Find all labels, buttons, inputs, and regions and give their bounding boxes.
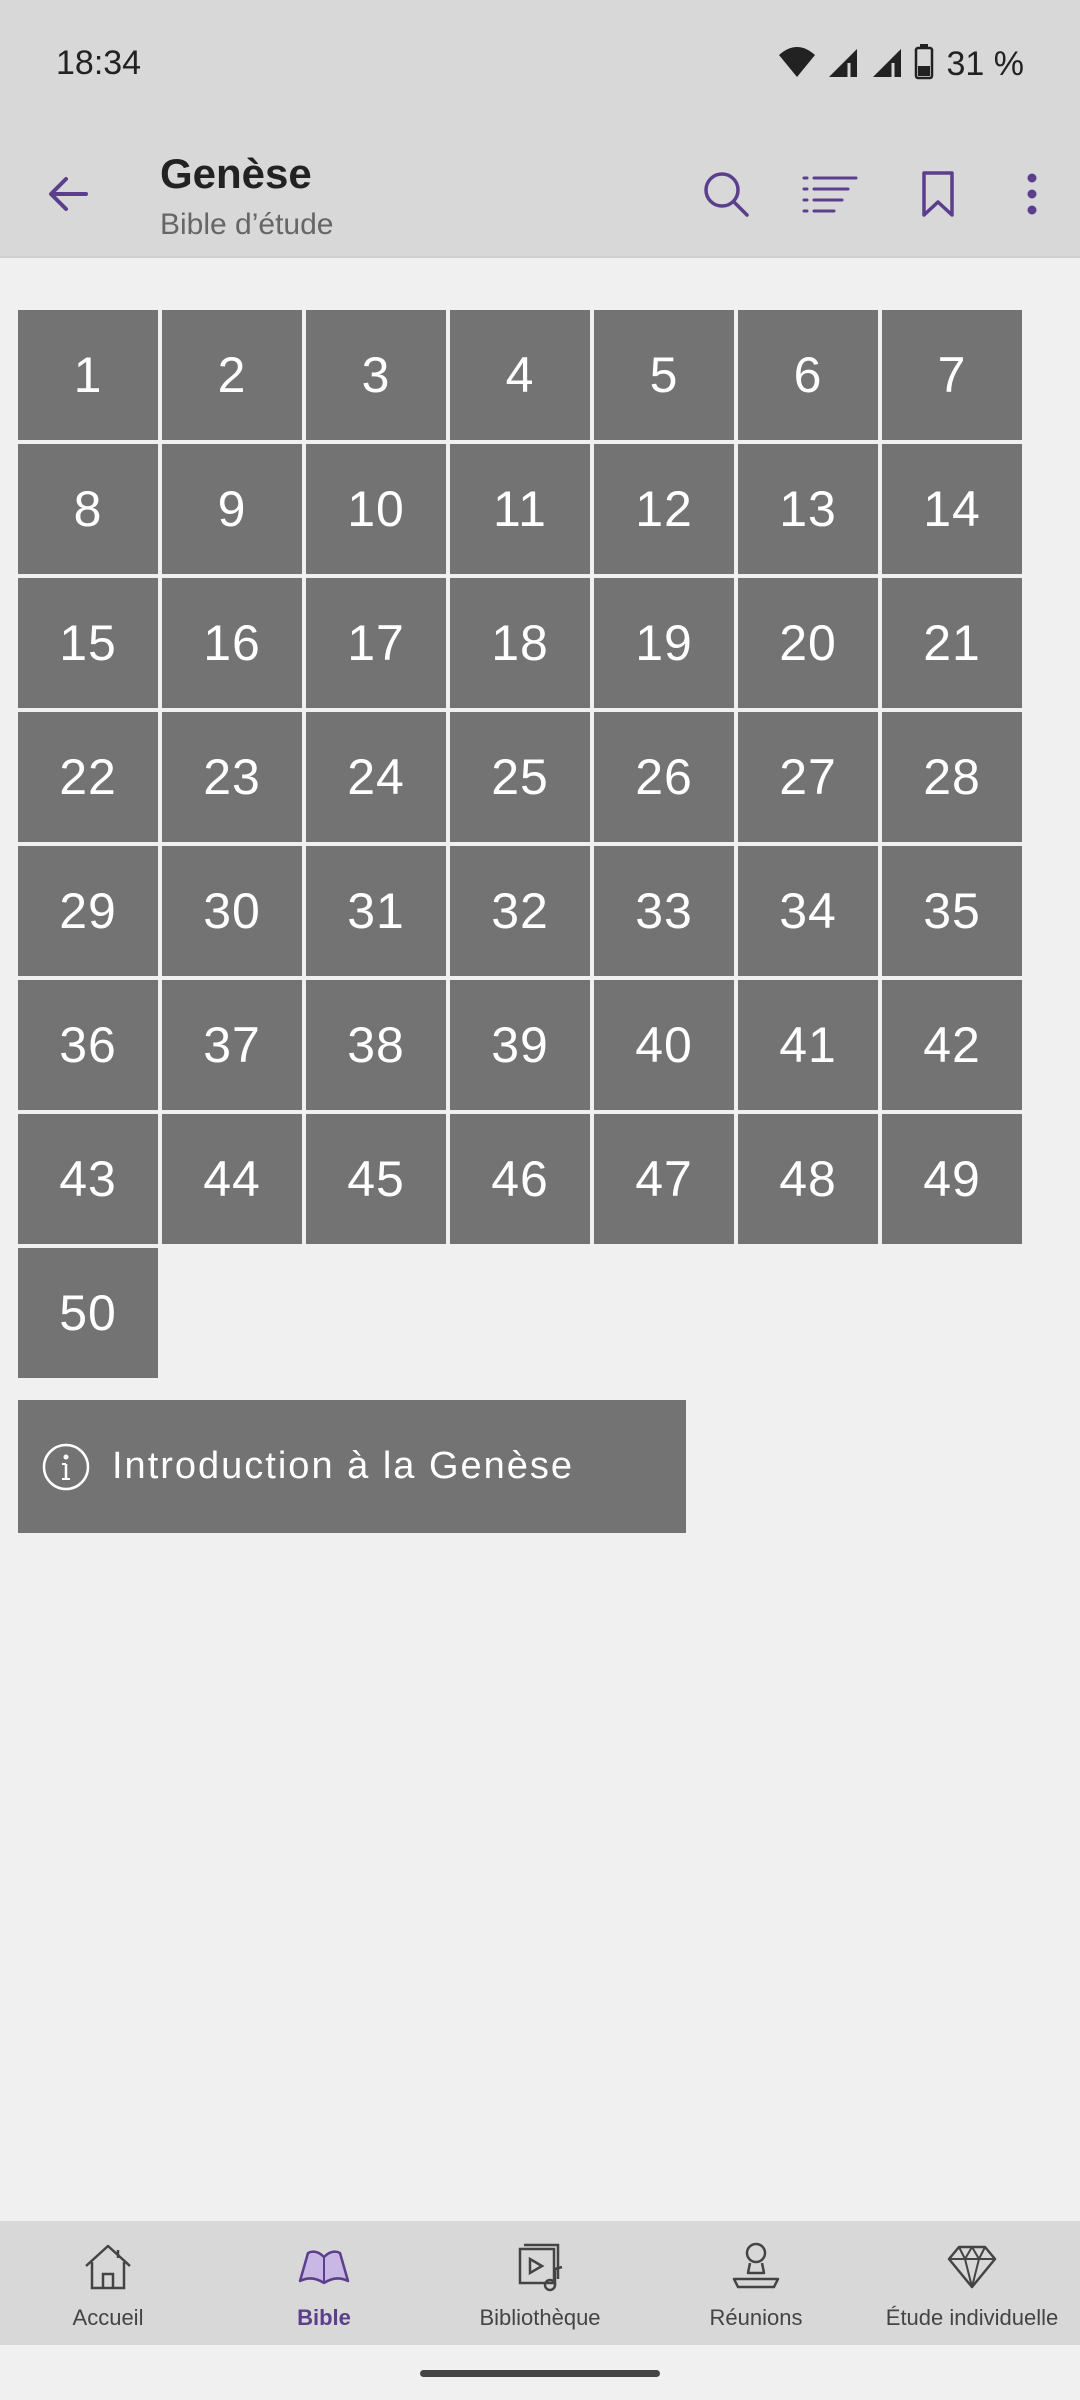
- nav-label: Réunions: [709, 2305, 803, 2330]
- chapter-tile[interactable]: 22: [18, 712, 158, 842]
- chapter-tile[interactable]: 25: [450, 712, 590, 842]
- chapter-tile[interactable]: 49: [882, 1114, 1022, 1244]
- home-icon: [78, 2239, 138, 2295]
- nav-label: Bibliothèque: [479, 2305, 601, 2330]
- chapter-tile[interactable]: 21: [882, 578, 1022, 708]
- chapter-tile[interactable]: 35: [882, 846, 1022, 976]
- nav-item-bible[interactable]: Bible: [216, 2221, 432, 2345]
- chapter-tile[interactable]: 1: [18, 310, 158, 440]
- introduction-button[interactable]: Introduction à la Genèse: [18, 1400, 686, 1533]
- signal-icon: [825, 45, 861, 84]
- info-icon: [40, 1441, 92, 1493]
- table-of-contents-button[interactable]: [798, 164, 862, 228]
- nav-item-etude-individuelle[interactable]: Étude individuelle: [864, 2221, 1080, 2345]
- search-button[interactable]: [694, 164, 758, 228]
- chapter-tile[interactable]: 45: [306, 1114, 446, 1244]
- page-subtitle: Bible d’étude: [160, 208, 334, 241]
- chapter-tile[interactable]: 10: [306, 444, 446, 574]
- chapter-tile[interactable]: 18: [450, 578, 590, 708]
- gesture-handle[interactable]: [420, 2370, 660, 2377]
- bible-icon: [294, 2239, 354, 2295]
- bookmark-button[interactable]: [906, 164, 970, 228]
- chapter-tile[interactable]: 8: [18, 444, 158, 574]
- nav-item-bibliotheque[interactable]: Bibliothèque: [432, 2221, 648, 2345]
- nav-item-reunions[interactable]: Réunions: [648, 2221, 864, 2345]
- chapter-tile[interactable]: 42: [882, 980, 1022, 1110]
- battery-percent: 31 %: [946, 45, 1025, 83]
- gesture-area: [0, 2345, 1080, 2400]
- status-time: 18:34: [56, 44, 142, 82]
- nav-label: Bible: [297, 2305, 351, 2330]
- study-icon: [942, 2239, 1002, 2295]
- back-button[interactable]: [36, 164, 100, 228]
- chapter-tile[interactable]: 17: [306, 578, 446, 708]
- more-options-button[interactable]: [1000, 164, 1064, 228]
- signal-icon: [869, 45, 905, 84]
- bottom-navigation: Accueil Bible Bibliothèque Réunions Étud…: [0, 2221, 1080, 2345]
- search-icon: [702, 170, 750, 223]
- more-vert-icon: [1026, 172, 1038, 221]
- library-icon: [510, 2239, 570, 2295]
- chapter-tile[interactable]: 5: [594, 310, 734, 440]
- chapter-tile[interactable]: 39: [450, 980, 590, 1110]
- chapter-tile[interactable]: 13: [738, 444, 878, 574]
- chapter-tile[interactable]: 41: [738, 980, 878, 1110]
- wifi-icon: [777, 45, 817, 84]
- nav-label: Étude individuelle: [885, 2305, 1059, 2330]
- chapter-tile[interactable]: 38: [306, 980, 446, 1110]
- chapter-tile[interactable]: 19: [594, 578, 734, 708]
- status-icons: 31 %: [777, 44, 1025, 85]
- chapter-tile[interactable]: 12: [594, 444, 734, 574]
- nav-item-accueil[interactable]: Accueil: [0, 2221, 216, 2345]
- chapter-tile[interactable]: 30: [162, 846, 302, 976]
- arrow-left-icon: [48, 176, 88, 217]
- chapter-tile[interactable]: 15: [18, 578, 158, 708]
- chapter-tile[interactable]: 44: [162, 1114, 302, 1244]
- list-icon: [802, 174, 858, 219]
- chapter-tile[interactable]: 29: [18, 846, 158, 976]
- chapter-tile[interactable]: 7: [882, 310, 1022, 440]
- chapter-tile[interactable]: 36: [18, 980, 158, 1110]
- chapter-tile[interactable]: 33: [594, 846, 734, 976]
- chapter-tile[interactable]: 24: [306, 712, 446, 842]
- chapter-tile[interactable]: 16: [162, 578, 302, 708]
- status-bar: 18:34 31 %: [0, 0, 1080, 134]
- chapter-tile[interactable]: 11: [450, 444, 590, 574]
- chapter-tile[interactable]: 31: [306, 846, 446, 976]
- nav-label: Accueil: [72, 2305, 144, 2330]
- chapter-tile[interactable]: 40: [594, 980, 734, 1110]
- chapter-tile[interactable]: 2: [162, 310, 302, 440]
- chapter-tile[interactable]: 6: [738, 310, 878, 440]
- chapter-tile[interactable]: 26: [594, 712, 734, 842]
- bookmark-icon: [921, 170, 955, 223]
- chapter-tile[interactable]: 37: [162, 980, 302, 1110]
- introduction-label: Introduction à la Genèse: [112, 1445, 575, 1487]
- chapter-tile[interactable]: 28: [882, 712, 1022, 842]
- battery-icon: [913, 44, 935, 85]
- chapter-grid: 1 2 3 4 5 6 7 8 9 10 11 12 13 14 15 16 17 18 19 20 21 22 23 24 2…: [18, 310, 1026, 1378]
- chapter-tile[interactable]: 43: [18, 1114, 158, 1244]
- chapter-tile[interactable]: 20: [738, 578, 878, 708]
- chapter-tile[interactable]: 27: [738, 712, 878, 842]
- chapter-tile[interactable]: 23: [162, 712, 302, 842]
- app-bar: Genèse Bible d’étude: [0, 134, 1080, 258]
- chapter-tile[interactable]: 50: [18, 1248, 158, 1378]
- chapter-tile[interactable]: 32: [450, 846, 590, 976]
- chapter-tile[interactable]: 14: [882, 444, 1022, 574]
- meetings-icon: [726, 2239, 786, 2295]
- chapter-tile[interactable]: 3: [306, 310, 446, 440]
- chapter-tile[interactable]: 46: [450, 1114, 590, 1244]
- chapter-tile[interactable]: 9: [162, 444, 302, 574]
- chapter-tile[interactable]: 34: [738, 846, 878, 976]
- page-title: Genèse: [160, 150, 312, 197]
- chapter-tile[interactable]: 48: [738, 1114, 878, 1244]
- chapter-tile[interactable]: 47: [594, 1114, 734, 1244]
- chapter-tile[interactable]: 4: [450, 310, 590, 440]
